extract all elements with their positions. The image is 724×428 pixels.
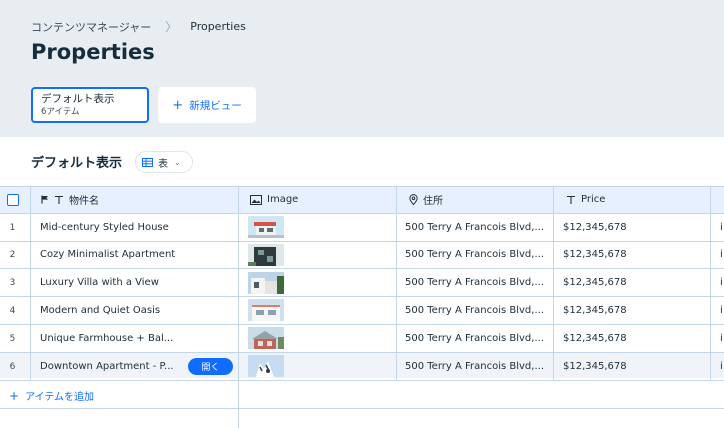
cell-price[interactable]: $12,345,678	[563, 213, 703, 241]
data-table: 物件名 Image 住所 Price 1 Mid-century Styled …	[0, 186, 724, 428]
cell-next-column[interactable]: i	[720, 296, 724, 324]
property-thumbnail-6[interactable]	[248, 355, 284, 377]
cell-address[interactable]: 500 Terry A Francois Blvd,...	[405, 352, 547, 380]
cell-title[interactable]: Luxury Villa with a View	[40, 268, 230, 296]
cell-price[interactable]: $12,345,678	[563, 268, 703, 296]
column-header-title-label: 物件名	[69, 196, 99, 207]
plus-icon: +	[9, 388, 20, 403]
page-header: コンテンツマネージャー 〉 Properties Properties デフォル…	[0, 0, 724, 137]
primary-flag-icon	[41, 195, 48, 204]
property-thumbnail-5[interactable]	[248, 327, 284, 349]
cell-next-column[interactable]: i	[720, 324, 724, 352]
row-number: 4	[9, 306, 16, 316]
cell-next-column[interactable]: i	[720, 352, 724, 380]
cell-title[interactable]: Unique Farmhouse + Bal...	[40, 324, 230, 352]
property-thumbnail-3[interactable]	[248, 272, 284, 294]
cell-price[interactable]: $12,345,678	[563, 352, 703, 380]
location-pin-icon	[409, 194, 418, 205]
cell-next-column[interactable]: i	[720, 241, 724, 268]
breadcrumb-current: Properties	[190, 20, 246, 33]
breadcrumb: コンテンツマネージャー 〉 Properties	[31, 18, 246, 35]
view-tab-default[interactable]: デフォルト表示 6アイテム	[31, 87, 149, 123]
column-header-image-label: Image	[267, 194, 299, 205]
column-header-price[interactable]: Price	[566, 186, 605, 213]
cell-title[interactable]: Mid-century Styled House	[40, 213, 230, 241]
cell-price[interactable]: $12,345,678	[563, 296, 703, 324]
new-view-button[interactable]: + 新規ビュー	[158, 87, 256, 123]
new-view-label: 新規ビュー	[189, 99, 242, 112]
cell-address[interactable]: 500 Terry A Francois Blvd,...	[405, 296, 547, 324]
text-type-icon	[55, 195, 63, 204]
plus-icon: +	[172, 97, 184, 113]
table-layout-icon	[142, 157, 153, 167]
breadcrumb-separator-icon: 〉	[165, 20, 178, 34]
column-header-address[interactable]: 住所	[409, 186, 443, 213]
view-tab-count: 6アイテム	[41, 107, 80, 117]
column-header-image[interactable]: Image	[250, 186, 298, 213]
cell-address[interactable]: 500 Terry A Francois Blvd,...	[405, 324, 547, 352]
column-header-title[interactable]: 物件名	[41, 186, 99, 213]
select-all-checkbox[interactable]	[7, 194, 19, 206]
column-header-address-label: 住所	[423, 196, 443, 207]
open-item-button[interactable]: 開く	[188, 358, 233, 375]
image-type-icon	[250, 194, 262, 205]
page-title: Properties	[31, 40, 155, 64]
cell-price[interactable]: $12,345,678	[563, 324, 703, 352]
cell-address[interactable]: 500 Terry A Francois Blvd,...	[405, 268, 547, 296]
cell-address[interactable]: 500 Terry A Francois Blvd,...	[405, 241, 547, 268]
cell-price[interactable]: $12,345,678	[563, 241, 703, 268]
cell-address[interactable]: 500 Terry A Francois Blvd,...	[405, 213, 547, 241]
row-number: 2	[9, 250, 16, 260]
row-number: 1	[9, 223, 16, 233]
property-thumbnail-1[interactable]	[248, 216, 284, 238]
property-thumbnail-2[interactable]	[248, 244, 284, 266]
breadcrumb-content-manager-link[interactable]: コンテンツマネージャー	[31, 19, 151, 35]
cell-next-column[interactable]: i	[720, 213, 724, 241]
add-item-label: アイテムを追加	[25, 392, 95, 403]
section-title: デフォルト表示	[31, 156, 123, 171]
view-tab-name: デフォルト表示	[41, 93, 115, 105]
layout-select-label: 表	[158, 158, 168, 170]
cell-title[interactable]: Downtown Apartment - P...	[40, 352, 182, 380]
text-type-icon	[567, 195, 575, 204]
cell-title[interactable]: Modern and Quiet Oasis	[40, 296, 230, 324]
row-number: 5	[9, 334, 16, 344]
add-item-button[interactable]: + アイテムを追加	[9, 388, 95, 404]
chevron-down-icon: ⌄	[174, 157, 181, 167]
column-header-price-label: Price	[581, 194, 606, 205]
layout-select[interactable]: 表 ⌄	[135, 151, 193, 173]
row-number: 3	[9, 278, 16, 288]
table-header	[0, 186, 724, 213]
property-thumbnail-4[interactable]	[248, 299, 284, 321]
row-number: 6	[9, 362, 16, 372]
cell-title[interactable]: Cozy Minimalist Apartment	[40, 241, 230, 268]
cell-next-column[interactable]: i	[720, 268, 724, 296]
